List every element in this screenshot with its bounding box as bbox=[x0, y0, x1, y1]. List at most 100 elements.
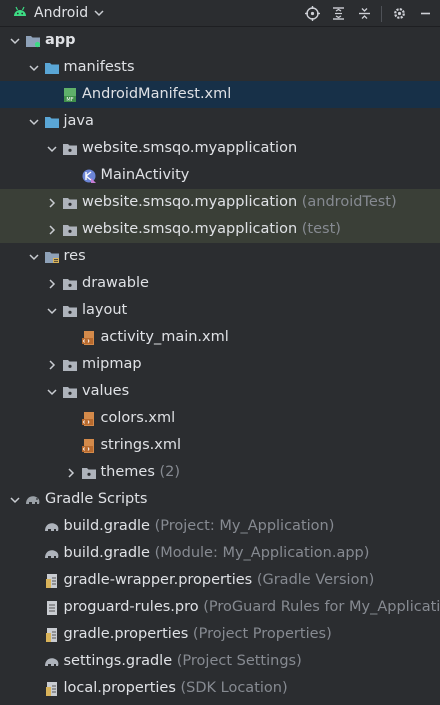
tree-row[interactable]: themes (2) bbox=[0, 459, 440, 486]
tree-row-label: proguard-rules.pro (ProGuard Rules for M… bbox=[64, 594, 440, 621]
tree-row-label: Gradle Scripts bbox=[45, 486, 147, 513]
tree-row-name: website.smsqo.myapplication bbox=[82, 140, 298, 156]
tree-row[interactable]: MF AndroidManifest.xml bbox=[0, 81, 440, 108]
tree-row-name: java bbox=[63, 113, 94, 129]
view-selector[interactable]: Android bbox=[12, 4, 104, 22]
package-icon bbox=[61, 216, 79, 243]
tree-row[interactable]: gradle.properties (Project Properties) bbox=[0, 621, 440, 648]
package-icon bbox=[61, 270, 79, 297]
tree-row-detail: (Project: My_Application) bbox=[149, 518, 335, 534]
tree-row-name: themes bbox=[100, 464, 155, 480]
tree-row-detail: (Gradle Version) bbox=[252, 572, 375, 588]
tree-row-label: java bbox=[64, 108, 94, 135]
chevron-down-icon[interactable] bbox=[8, 27, 22, 54]
tree-row-name: strings.xml bbox=[100, 437, 182, 453]
xml-file-icon bbox=[80, 324, 98, 351]
gear-icon[interactable] bbox=[388, 3, 410, 25]
tree-row-label: gradle-wrapper.properties (Gradle Versio… bbox=[64, 567, 375, 594]
collapse-all-icon[interactable] bbox=[353, 3, 375, 25]
package-icon bbox=[80, 459, 98, 486]
package-icon bbox=[61, 297, 79, 324]
tree-row[interactable]: app bbox=[0, 27, 440, 54]
toolbar-separator bbox=[381, 5, 382, 22]
tree-row[interactable]: website.smsqo.myapplication (androidTest… bbox=[0, 189, 440, 216]
tree-row-label: drawable bbox=[82, 270, 149, 297]
tree-row-label: website.smsqo.myapplication (test) bbox=[82, 216, 341, 243]
project-tree: app manifests MF AndroidManifest.xml java web… bbox=[0, 27, 440, 702]
android-icon bbox=[12, 4, 28, 22]
expand-all-icon[interactable] bbox=[327, 3, 349, 25]
chevron-right-icon[interactable] bbox=[45, 216, 59, 243]
tree-row-name: layout bbox=[82, 302, 128, 318]
tree-row[interactable]: res bbox=[0, 243, 440, 270]
package-icon bbox=[61, 135, 79, 162]
tree-row-name: build.gradle bbox=[63, 545, 150, 561]
project-toolbar: Android bbox=[0, 0, 440, 27]
chevron-down-icon[interactable] bbox=[27, 243, 41, 270]
tree-row-label: build.gradle (Project: My_Application) bbox=[64, 513, 335, 540]
gradle-file-icon bbox=[43, 540, 61, 567]
tree-row-detail: (Project Properties) bbox=[188, 626, 332, 642]
tree-row[interactable]: strings.xml bbox=[0, 432, 440, 459]
folder-icon bbox=[43, 108, 61, 135]
package-icon bbox=[61, 378, 79, 405]
gradle-file-icon bbox=[43, 648, 61, 675]
chevron-down-icon[interactable] bbox=[27, 54, 41, 81]
tree-row-name: local.properties bbox=[63, 680, 176, 696]
chevron-down-icon[interactable] bbox=[45, 378, 59, 405]
tree-row-name: Gradle Scripts bbox=[45, 491, 148, 507]
tree-row[interactable]: Gradle Scripts bbox=[0, 486, 440, 513]
locate-icon[interactable] bbox=[301, 3, 323, 25]
tree-row-label: colors.xml bbox=[101, 405, 176, 432]
tree-row-name: res bbox=[63, 248, 86, 264]
module-folder-icon bbox=[24, 27, 42, 54]
tree-row-detail: (Module: My_Application.app) bbox=[149, 545, 370, 561]
tree-row-detail: (androidTest) bbox=[297, 194, 397, 210]
chevron-right-icon[interactable] bbox=[45, 270, 59, 297]
chevron-down-icon[interactable] bbox=[8, 486, 22, 513]
tree-row[interactable]: mipmap bbox=[0, 351, 440, 378]
chevron-right-icon[interactable] bbox=[64, 459, 78, 486]
tree-row-label: local.properties (SDK Location) bbox=[64, 675, 288, 702]
tree-row[interactable]: colors.xml bbox=[0, 405, 440, 432]
xml-file-icon bbox=[80, 405, 98, 432]
tree-row-name: activity_main.xml bbox=[100, 329, 229, 345]
tree-row[interactable]: proguard-rules.pro (ProGuard Rules for M… bbox=[0, 594, 440, 621]
tree-row-name: mipmap bbox=[82, 356, 142, 372]
package-icon bbox=[61, 351, 79, 378]
tree-row-label: res bbox=[64, 243, 86, 270]
gradle-file-icon bbox=[43, 513, 61, 540]
chevron-down-icon[interactable] bbox=[45, 297, 59, 324]
chevron-down-icon[interactable] bbox=[27, 108, 41, 135]
text-file-icon bbox=[43, 594, 61, 621]
tree-row-name: build.gradle bbox=[63, 518, 150, 534]
tree-row[interactable]: manifests bbox=[0, 54, 440, 81]
folder-icon bbox=[43, 54, 61, 81]
xml-file-icon bbox=[80, 432, 98, 459]
tree-row[interactable]: activity_main.xml bbox=[0, 324, 440, 351]
manifest-file-icon: MF bbox=[61, 81, 79, 108]
tree-row-name: AndroidManifest.xml bbox=[82, 86, 232, 102]
tree-row-label: values bbox=[82, 378, 129, 405]
tree-row-label: layout bbox=[82, 297, 127, 324]
tree-row-name: manifests bbox=[63, 59, 135, 75]
chevron-down-icon[interactable] bbox=[45, 135, 59, 162]
tree-row-label: settings.gradle (Project Settings) bbox=[64, 648, 302, 675]
tree-row[interactable]: gradle-wrapper.properties (Gradle Versio… bbox=[0, 567, 440, 594]
tree-row[interactable]: MainActivity bbox=[0, 162, 440, 189]
tree-row[interactable]: build.gradle (Module: My_Application.app… bbox=[0, 540, 440, 567]
tree-row[interactable]: drawable bbox=[0, 270, 440, 297]
tree-row[interactable]: build.gradle (Project: My_Application) bbox=[0, 513, 440, 540]
chevron-right-icon[interactable] bbox=[45, 351, 59, 378]
tree-row[interactable]: local.properties (SDK Location) bbox=[0, 675, 440, 702]
tree-row-detail: (test) bbox=[297, 221, 341, 237]
view-selector-label: Android bbox=[34, 5, 89, 21]
tree-row[interactable]: settings.gradle (Project Settings) bbox=[0, 648, 440, 675]
tree-row[interactable]: values bbox=[0, 378, 440, 405]
tree-row[interactable]: java bbox=[0, 108, 440, 135]
tree-row[interactable]: website.smsqo.myapplication (test) bbox=[0, 216, 440, 243]
chevron-right-icon[interactable] bbox=[45, 189, 59, 216]
minimize-icon[interactable] bbox=[414, 3, 436, 25]
tree-row[interactable]: layout bbox=[0, 297, 440, 324]
tree-row[interactable]: website.smsqo.myapplication bbox=[0, 135, 440, 162]
